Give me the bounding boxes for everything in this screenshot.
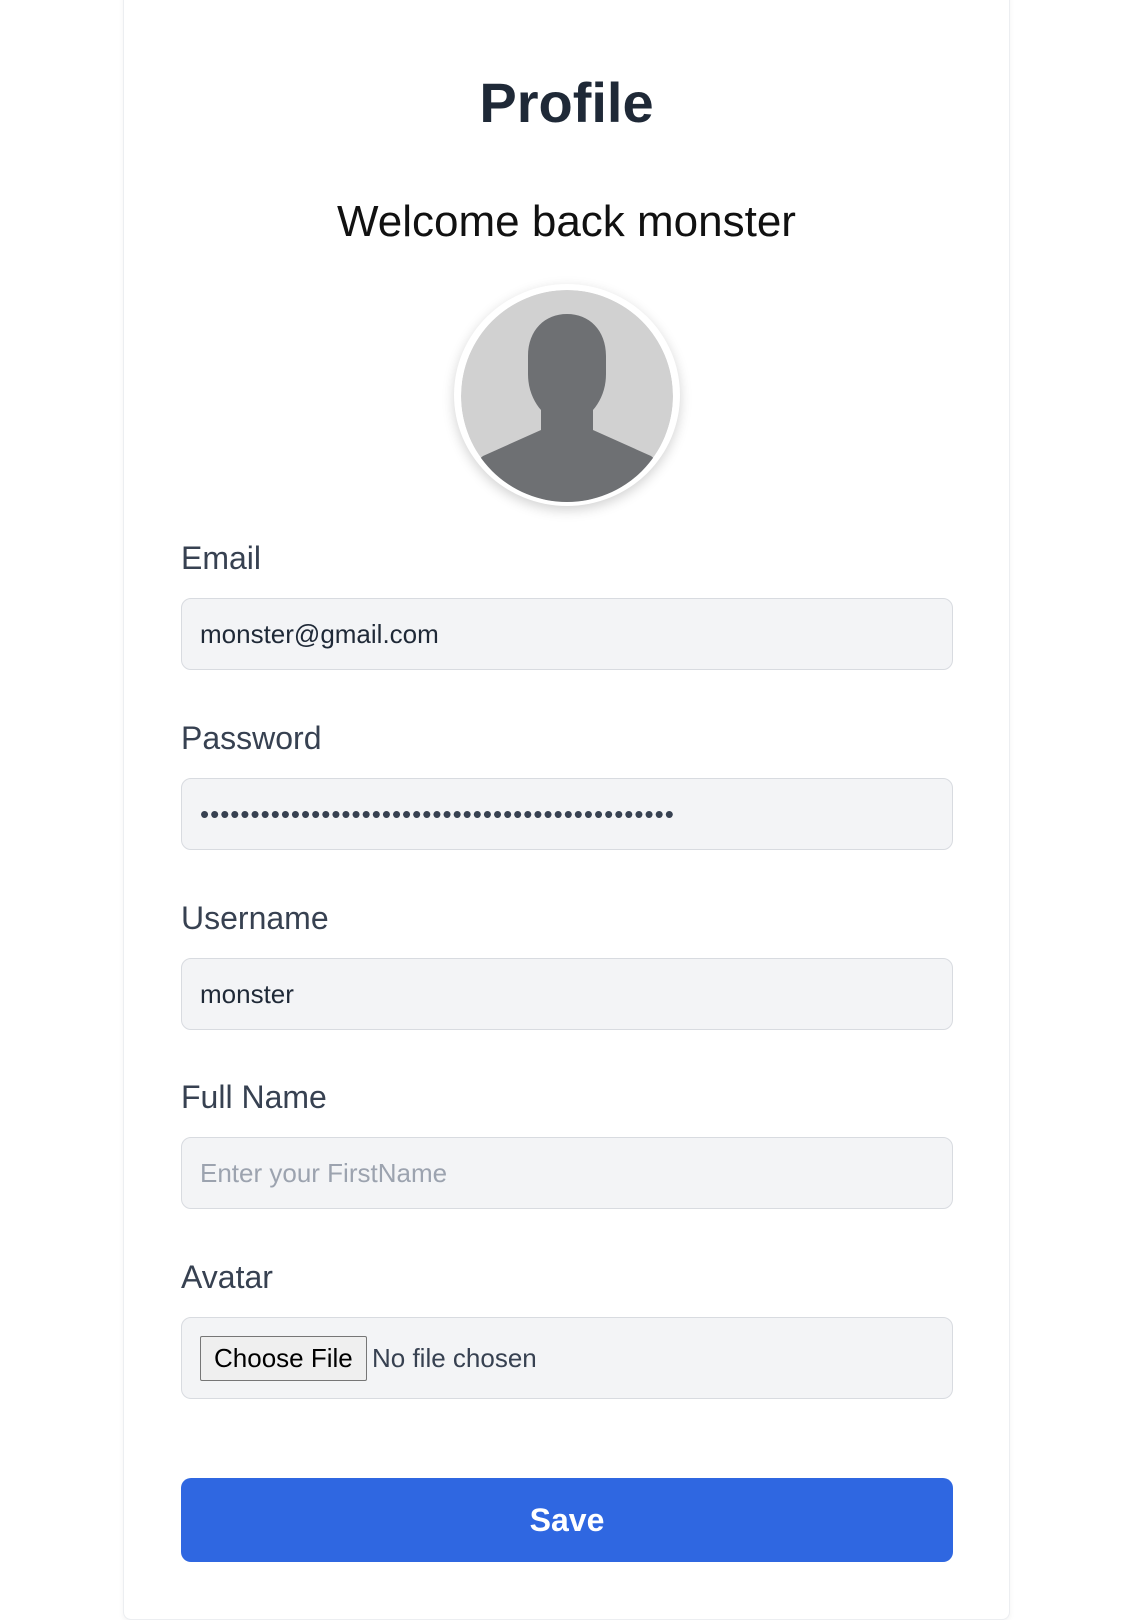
password-field[interactable]: ••••••••••••••••••••••••••••••••••••••••… bbox=[181, 778, 953, 850]
full-name-field-box bbox=[181, 1137, 953, 1209]
choose-file-button[interactable]: Choose File bbox=[200, 1336, 367, 1381]
avatar bbox=[454, 284, 680, 506]
file-status-text: No file chosen bbox=[372, 1343, 537, 1373]
full-name-label: Full Name bbox=[181, 1079, 327, 1115]
page-title: Profile bbox=[479, 71, 654, 134]
email-label: Email bbox=[181, 540, 262, 576]
username-field-box bbox=[181, 958, 953, 1030]
avatar-label: Avatar bbox=[181, 1259, 273, 1295]
password-masked-value: ••••••••••••••••••••••••••••••••••••••••… bbox=[200, 799, 675, 829]
email-field[interactable] bbox=[200, 599, 936, 669]
username-field[interactable] bbox=[200, 959, 936, 1029]
avatar-file-input: Choose File No file chosen bbox=[181, 1317, 953, 1399]
full-name-field[interactable] bbox=[200, 1138, 936, 1208]
email-field-box bbox=[181, 598, 953, 670]
password-label: Password bbox=[181, 720, 322, 756]
save-button[interactable]: Save bbox=[181, 1478, 953, 1562]
welcome-message: Welcome back monster bbox=[337, 197, 796, 246]
username-label: Username bbox=[181, 900, 329, 936]
default-user-silhouette-icon bbox=[461, 290, 673, 502]
